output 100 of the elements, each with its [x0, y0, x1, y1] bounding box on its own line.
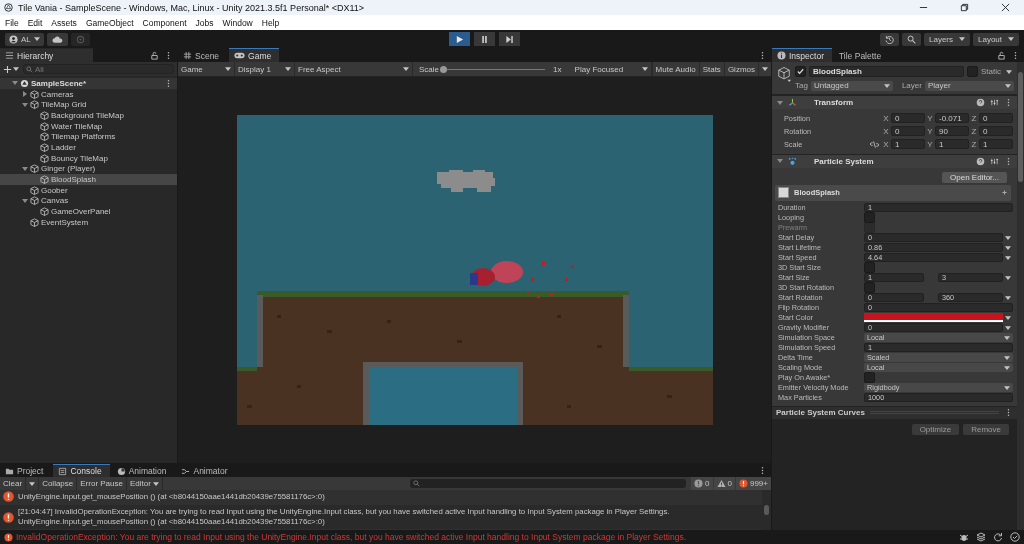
static-checkbox[interactable] [967, 66, 978, 77]
scrollbar[interactable] [762, 490, 771, 530]
gizmos-button[interactable]: Gizmos [723, 62, 758, 76]
bug-icon[interactable] [959, 532, 969, 542]
expand-arrow-icon[interactable] [22, 197, 28, 204]
tag-dropdown[interactable]: Untagged [810, 80, 893, 91]
menu-item[interactable]: File [5, 17, 19, 28]
refresh-icon[interactable] [993, 532, 1003, 542]
toolbar-toggle[interactable]: Mute Audio [651, 62, 699, 76]
scene-item[interactable]: SampleScene* [0, 78, 177, 89]
close-icon[interactable] [1001, 3, 1010, 12]
console-panel-tab[interactable]: Project [0, 465, 52, 478]
menu-item[interactable]: Component [142, 17, 187, 28]
layers-dropdown[interactable]: Layers [924, 32, 970, 46]
hierarchy-tab[interactable]: Hierarchy [0, 48, 93, 62]
property-checkbox[interactable] [864, 282, 875, 293]
scrollbar[interactable] [1017, 62, 1024, 530]
active-checkbox[interactable] [795, 66, 806, 77]
toolbar-toggle[interactable]: Stats [698, 62, 724, 76]
broken-link-icon[interactable] [870, 139, 879, 149]
particle-system-header[interactable]: Particle System [772, 153, 1017, 168]
number-field[interactable]: -0.071 [935, 113, 969, 124]
hierarchy-item[interactable]: Tilemap Platforms [0, 131, 177, 143]
console-panel-tab[interactable]: Console [53, 464, 110, 478]
stack-icon[interactable] [976, 532, 986, 542]
layer-dropdown[interactable]: Player [924, 80, 1014, 91]
expand-arrow-icon[interactable] [12, 80, 18, 87]
hierarchy-item[interactable]: BloodSplash [0, 174, 177, 185]
color-field[interactable] [864, 313, 1003, 322]
search-button[interactable] [902, 32, 921, 46]
error-count-toggle[interactable]: 999+ [735, 477, 771, 491]
expand-arrow-icon[interactable] [22, 165, 28, 172]
sliders-icon[interactable] [990, 98, 999, 107]
hierarchy-item[interactable]: Ladder [0, 142, 177, 153]
step-button[interactable] [498, 32, 520, 46]
pause-button[interactable] [473, 32, 495, 46]
undo-history-button[interactable] [880, 32, 899, 46]
number-field[interactable]: 1 [979, 139, 1013, 150]
restore-icon[interactable] [960, 3, 969, 12]
property-checkbox[interactable] [864, 212, 875, 223]
hierarchy-item[interactable]: Canvas [0, 195, 177, 207]
scale-slider-thumb[interactable] [440, 65, 447, 73]
property-checkbox[interactable] [864, 262, 875, 273]
curves-header[interactable]: Particle System Curves [772, 405, 1017, 419]
search-field[interactable]: All [23, 64, 174, 74]
menu-item[interactable]: GameObject [85, 17, 134, 28]
open-editor-button[interactable]: Open Editor... [942, 171, 1007, 183]
status-message[interactable]: InvalidOperationException: You are trying to read Input using the UnityEngine.Input class, but you have switched active Input handling to Input System package in Player Settings. [16, 532, 687, 542]
lock-icon[interactable] [997, 50, 1006, 60]
plus-icon[interactable] [1001, 189, 1008, 196]
menu-item[interactable]: Edit [27, 17, 43, 28]
console-panel-tab[interactable]: Animator [176, 465, 236, 478]
console-search-field[interactable] [410, 479, 687, 489]
clear-options-dropdown[interactable] [26, 477, 40, 491]
hierarchy-item[interactable]: Cameras [0, 88, 177, 100]
hierarchy-item[interactable]: Water TileMap [0, 120, 177, 132]
menu-item[interactable]: Assets [51, 17, 77, 28]
display-dropdown[interactable]: Display 1 [235, 62, 295, 76]
layout-dropdown[interactable]: Layout [973, 32, 1019, 46]
play-button[interactable] [448, 32, 470, 46]
hierarchy-item[interactable]: Goober [0, 184, 177, 196]
help-icon[interactable] [976, 98, 985, 107]
lock-icon[interactable] [150, 50, 159, 60]
inspector-tab[interactable]: Inspector [772, 48, 832, 62]
cloud-button[interactable] [46, 32, 68, 46]
view-tab[interactable]: Scene [178, 49, 228, 62]
hierarchy-item[interactable]: Ginger (Player) [0, 163, 177, 175]
menu-item[interactable]: Help [261, 17, 280, 28]
hierarchy-item[interactable]: EventSystem [0, 216, 177, 228]
view-tab[interactable]: Game [229, 48, 280, 62]
number-field[interactable]: 0 [979, 126, 1013, 137]
menu-item[interactable]: Window [222, 17, 253, 28]
info-count-toggle[interactable]: 0 [691, 477, 713, 491]
number-field[interactable]: 1 [891, 139, 925, 150]
hierarchy-item[interactable]: Bouncy TileMap [0, 152, 177, 164]
help-icon[interactable] [976, 156, 985, 166]
check-circle-icon[interactable] [1010, 532, 1020, 542]
number-field[interactable]: 1 [935, 139, 969, 150]
number-field[interactable]: 0 [891, 113, 925, 124]
warning-count-toggle[interactable]: 0 [713, 477, 735, 491]
sliders-icon[interactable] [990, 156, 999, 166]
number-field[interactable]: 0 [979, 113, 1013, 124]
property-checkbox[interactable] [864, 372, 875, 383]
error-pause-button[interactable]: Error Pause [77, 477, 127, 491]
console-panel-tab[interactable]: Animation [111, 465, 175, 478]
display-mode-dropdown[interactable]: Game [178, 62, 235, 76]
hierarchy-item[interactable]: TileMap Grid [0, 99, 177, 111]
object-name-field[interactable]: BloodSplash [809, 66, 964, 77]
hierarchy-item[interactable]: GameOverPanel [0, 206, 177, 217]
number-field[interactable]: 90 [935, 126, 969, 137]
transform-header[interactable]: Transform [772, 95, 1017, 109]
add-dropdown[interactable] [3, 64, 19, 74]
hierarchy-item[interactable]: Background TileMap [0, 110, 177, 121]
menu-item[interactable]: Jobs [195, 17, 214, 28]
account-dropdown[interactable]: AL [5, 32, 44, 46]
clear-button[interactable]: Clear [0, 477, 27, 491]
collapse-button[interactable]: Collapse [39, 477, 78, 491]
number-field[interactable]: 0 [891, 126, 925, 137]
expand-arrow-icon[interactable] [22, 101, 28, 108]
expand-arrow-icon[interactable] [22, 91, 28, 98]
